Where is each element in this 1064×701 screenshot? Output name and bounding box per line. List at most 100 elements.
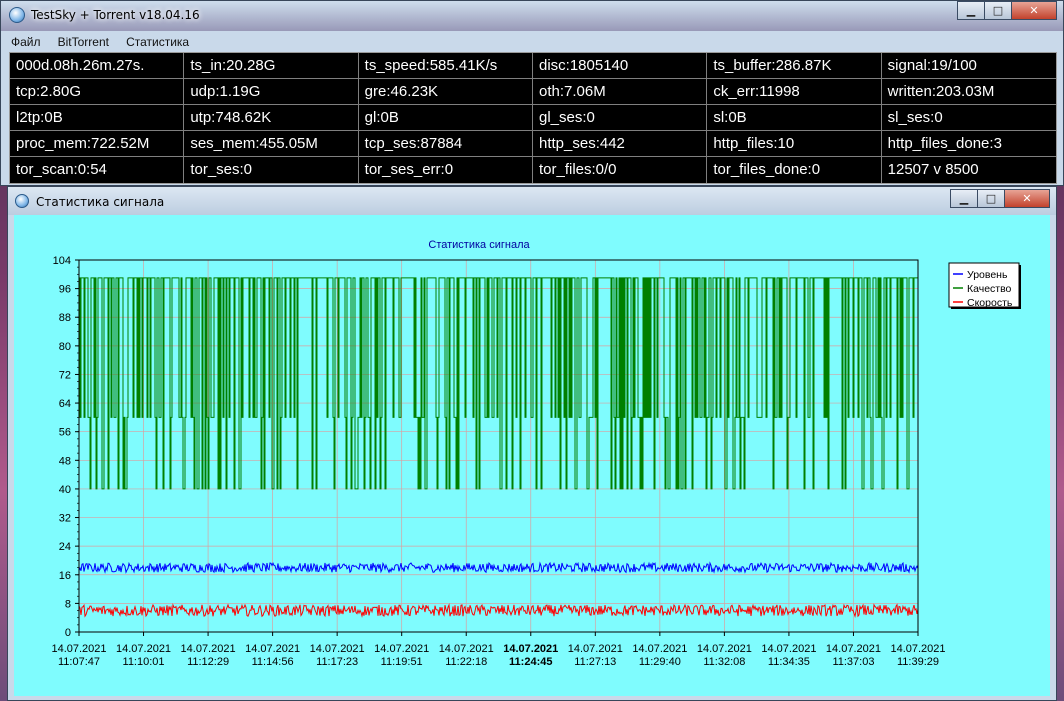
minimize-icon: ▁ (959, 192, 969, 205)
child-close-button[interactable]: ✕ (1004, 189, 1050, 208)
child-window-controls: ▁ □ ✕ (950, 189, 1050, 208)
x-tick-date: 14.07.2021 (890, 643, 945, 655)
x-tick-date: 14.07.2021 (568, 643, 623, 655)
stats-grid: 000d.08h.26m.27s. ts_in:20.28G ts_speed:58… (9, 52, 1057, 184)
y-tick-label: 24 (59, 541, 71, 553)
x-tick-date: 14.07.2021 (245, 643, 300, 655)
x-tick-time: 11:07:47 (58, 656, 100, 668)
stat-cell: tor_files:0/0 (533, 157, 708, 183)
stat-cell: http_files_done:3 (881, 131, 1056, 157)
x-tick-time: 11:34:35 (768, 656, 810, 668)
x-tick-time: 11:12:29 (187, 656, 229, 668)
x-tick-date: 14.07.2021 (310, 643, 365, 655)
window-controls: ▁ □ ✕ (957, 1, 1057, 20)
stat-cell: tor_scan:0:54 (10, 157, 185, 183)
y-tick-label: 96 (59, 284, 71, 296)
maximize-icon: □ (992, 4, 1004, 17)
stat-cell: gl:0B (358, 105, 533, 131)
x-tick-date: 14.07.2021 (439, 643, 494, 655)
x-tick-date: 14.07.2021 (503, 643, 558, 655)
legend-label: Скорость (967, 297, 1013, 309)
y-tick-label: 0 (65, 627, 71, 639)
child-window-title: Статистика сигнала (36, 195, 165, 209)
x-tick-date: 14.07.2021 (632, 643, 687, 655)
chart-legend: Уровень Качество Скорость (948, 262, 1021, 309)
menu-bittorrent[interactable]: BitTorrent (52, 33, 115, 51)
x-tick-date: 14.07.2021 (826, 643, 881, 655)
x-tick-date: 14.07.2021 (116, 643, 171, 655)
x-tick-time: 11:29:40 (639, 656, 681, 668)
y-tick-label: 88 (59, 312, 71, 324)
y-tick-label: 72 (59, 369, 71, 381)
y-tick-label: 16 (59, 570, 71, 582)
x-tick-date: 14.07.2021 (761, 643, 816, 655)
x-tick-date: 14.07.2021 (181, 643, 236, 655)
stat-cell: signal:19/100 (881, 53, 1056, 79)
x-tick-time: 11:14:56 (252, 656, 294, 668)
stat-cell: proc_mem:722.52M (10, 131, 185, 157)
legend-label: Уровень (967, 269, 1008, 281)
y-tick-label: 8 (65, 598, 71, 610)
signal-stats-window: Статистика сигнала ▁ □ ✕ Статистика сигн… (7, 186, 1057, 701)
series-level-line (78, 561, 919, 574)
menu-statistics[interactable]: Статистика (120, 33, 195, 51)
y-tick-label: 104 (53, 255, 71, 267)
stat-cell: l2tp:0B (10, 105, 185, 131)
stat-cell: ts_in:20.28G (184, 53, 359, 79)
stat-cell: sl_ses:0 (881, 105, 1056, 131)
stat-cell: udp:1.19G (184, 79, 359, 105)
legend-label: Качество (967, 283, 1012, 295)
stat-cell: ck_err:11998 (707, 79, 882, 105)
x-tick-date: 14.07.2021 (51, 643, 106, 655)
y-tick-label: 48 (59, 455, 71, 467)
close-icon: ✕ (1029, 4, 1039, 17)
stat-cell: disc:1805140 (532, 53, 708, 79)
chart-title: Статистика сигнала (428, 239, 530, 251)
signal-chart: Статистика сигнала 0 8 16 24 32 40 48 56 64 72 80 8… (51, 239, 1021, 668)
x-tick-time: 11:27:13 (574, 656, 616, 668)
title-bar[interactable]: TestSky + Torrent v18.04.16 ▁ □ ✕ (1, 1, 1063, 31)
stat-cell: written:203.03M (881, 79, 1056, 105)
child-title-bar[interactable]: Статистика сигнала ▁ □ ✕ (8, 187, 1056, 215)
stat-cell: 12507 v 8500 (887, 161, 979, 178)
stat-cell: gre:46.23K (358, 79, 533, 105)
x-tick-time: 11:39:29 (897, 656, 939, 668)
stat-cell: 000d.08h.26m.27s. (10, 53, 185, 79)
stat-cell: ts_buffer:286.87K (707, 53, 882, 79)
x-tick-time: 11:17:23 (316, 656, 358, 668)
close-button[interactable]: ✕ (1011, 1, 1057, 20)
stat-cell: gl_ses:0 (532, 105, 708, 131)
y-tick-label: 56 (59, 427, 71, 439)
stat-cell: ts_speed:585.41K/s (358, 53, 533, 79)
window-title: TestSky + Torrent v18.04.16 (31, 8, 200, 22)
series-speed-line (78, 603, 919, 619)
chart-area: Статистика сигнала 0 8 16 24 32 40 48 56 64 72 80 8… (14, 215, 1050, 696)
x-tick-time: 11:37:03 (832, 656, 874, 668)
stat-cell: oth:7.06M (532, 79, 708, 105)
stat-cell: http_files:10 (707, 131, 882, 157)
series-quality-line (79, 277, 918, 490)
x-tick-time: 11:19:51 (381, 656, 423, 668)
minimize-button[interactable]: ▁ (957, 1, 985, 20)
y-tick-label: 80 (59, 341, 71, 353)
y-tick-label: 40 (59, 484, 71, 496)
stat-cell: tor_ses_err:0 (359, 157, 533, 183)
child-minimize-button[interactable]: ▁ (950, 189, 978, 208)
stat-cell: tor_files_done:0 (707, 157, 882, 183)
stat-cell: tor_ses:0 (184, 157, 359, 183)
stat-cell: tcp_ses:87884 (358, 131, 533, 157)
app-icon (9, 7, 25, 23)
menu-bar: Файл BitTorrent Статистика (5, 31, 1059, 51)
stat-cell: sl:0B (707, 105, 882, 131)
x-tick-date: 14.07.2021 (374, 643, 429, 655)
menu-file[interactable]: Файл (5, 33, 47, 51)
main-window: TestSky + Torrent v18.04.16 ▁ □ ✕ Файл B… (0, 0, 1064, 186)
stat-cell: http_ses:442 (532, 131, 708, 157)
x-tick-time: 11:10:01 (123, 656, 165, 668)
x-tick-date: 14.07.2021 (697, 643, 752, 655)
child-maximize-button[interactable]: □ (977, 189, 1005, 208)
maximize-icon: □ (985, 192, 997, 205)
x-tick-time: 11:24:45 (509, 656, 552, 668)
x-tick-time: 11:22:18 (445, 656, 487, 668)
maximize-button[interactable]: □ (984, 1, 1012, 20)
